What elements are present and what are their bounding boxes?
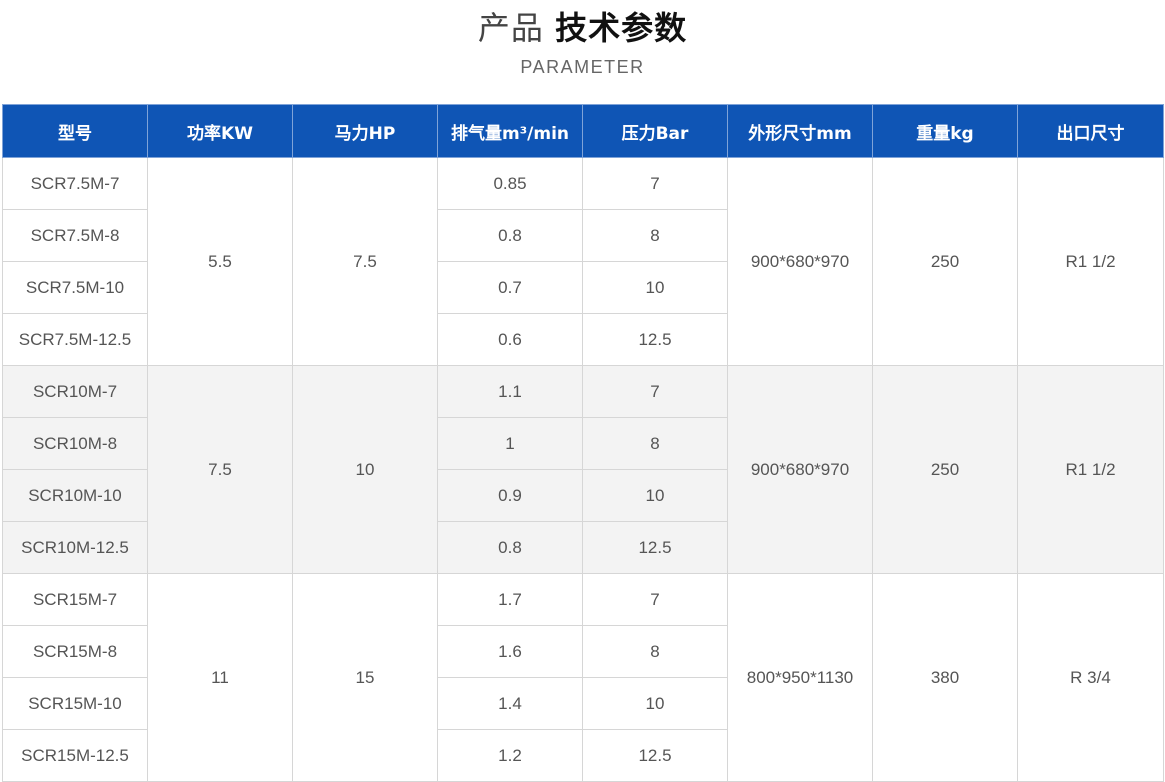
- cell-model: SCR10M-12.5: [2, 521, 148, 574]
- cell-displacement: 1.6: [437, 625, 583, 678]
- cell-pressure: 12.5: [582, 521, 728, 574]
- cell-power: 11: [147, 573, 293, 782]
- cell-displacement: 1.7: [437, 573, 583, 626]
- cell-displacement: 1.2: [437, 729, 583, 782]
- cell-model: SCR10M-8: [2, 417, 148, 470]
- cell-pressure: 7: [582, 157, 728, 210]
- page-title: 产品 技术参数: [0, 8, 1165, 48]
- cell-pressure: 10: [582, 469, 728, 522]
- cell-power: 7.5: [147, 365, 293, 574]
- column-header-outlet: 出口尺寸: [1017, 104, 1164, 158]
- cell-displacement: 1: [437, 417, 583, 470]
- column-header-power: 功率KW: [147, 104, 293, 158]
- cell-model: SCR15M-8: [2, 625, 148, 678]
- cell-displacement: 0.6: [437, 313, 583, 366]
- cell-outlet: R1 1/2: [1017, 365, 1164, 574]
- cell-weight: 250: [872, 365, 1018, 574]
- column-header-model: 型号: [2, 104, 148, 158]
- table-row: SCR15M-7 11 15 1.7 7 800*950*1130 380 R …: [2, 573, 1164, 782]
- cell-weight: 250: [872, 157, 1018, 366]
- cell-model: SCR15M-7: [2, 573, 148, 626]
- cell-model: SCR15M-12.5: [2, 729, 148, 782]
- cell-pressure: 8: [582, 209, 728, 262]
- cell-pressure: 8: [582, 625, 728, 678]
- cell-dimensions: 900*680*970: [727, 365, 873, 574]
- column-header-dimensions: 外形尺寸mm: [727, 104, 873, 158]
- cell-dimensions: 800*950*1130: [727, 573, 873, 782]
- cell-weight: 380: [872, 573, 1018, 782]
- cell-model: SCR7.5M-12.5: [2, 313, 148, 366]
- cell-displacement: 0.8: [437, 521, 583, 574]
- page-subtitle: PARAMETER: [520, 57, 645, 77]
- parameter-table: 型号 功率KW 马力HP 排气量m³/min 压力Bar 外形尺寸mm 重量kg…: [2, 104, 1164, 782]
- cell-pressure: 7: [582, 365, 728, 418]
- cell-outlet: R 3/4: [1017, 573, 1164, 782]
- table-body: SCR7.5M-7 5.5 7.5 0.85 7 900*680*970 250…: [2, 157, 1164, 782]
- column-header-pressure: 压力Bar: [582, 104, 728, 158]
- cell-pressure: 10: [582, 677, 728, 730]
- cell-displacement: 0.9: [437, 469, 583, 522]
- table-header-row: 型号 功率KW 马力HP 排气量m³/min 压力Bar 外形尺寸mm 重量kg…: [2, 104, 1164, 158]
- column-header-weight: 重量kg: [872, 104, 1018, 158]
- cell-pressure: 12.5: [582, 729, 728, 782]
- table-row: SCR10M-7 7.5 10 1.1 7 900*680*970 250 R1…: [2, 365, 1164, 574]
- cell-model: SCR10M-10: [2, 469, 148, 522]
- cell-pressure: 10: [582, 261, 728, 314]
- cell-pressure: 8: [582, 417, 728, 470]
- cell-displacement: 0.8: [437, 209, 583, 262]
- cell-displacement: 0.7: [437, 261, 583, 314]
- cell-pressure: 12.5: [582, 313, 728, 366]
- cell-model: SCR7.5M-10: [2, 261, 148, 314]
- cell-model: SCR15M-10: [2, 677, 148, 730]
- cell-horsepower: 15: [292, 573, 438, 782]
- cell-horsepower: 10: [292, 365, 438, 574]
- cell-model: SCR7.5M-8: [2, 209, 148, 262]
- page-title-bold: 技术参数: [555, 9, 688, 47]
- section-header: 产品 技术参数 PARAMETER: [0, 0, 1165, 104]
- table-row: SCR7.5M-7 5.5 7.5 0.85 7 900*680*970 250…: [2, 157, 1164, 366]
- cell-dimensions: 900*680*970: [727, 157, 873, 366]
- cell-displacement: 1.1: [437, 365, 583, 418]
- column-header-horsepower: 马力HP: [292, 104, 438, 158]
- column-header-displacement: 排气量m³/min: [437, 104, 583, 158]
- cell-displacement: 1.4: [437, 677, 583, 730]
- cell-horsepower: 7.5: [292, 157, 438, 366]
- cell-power: 5.5: [147, 157, 293, 366]
- cell-outlet: R1 1/2: [1017, 157, 1164, 366]
- cell-model: SCR10M-7: [2, 365, 148, 418]
- page-title-light: 产品: [477, 9, 544, 47]
- cell-pressure: 7: [582, 573, 728, 626]
- cell-model: SCR7.5M-7: [2, 157, 148, 210]
- cell-displacement: 0.85: [437, 157, 583, 210]
